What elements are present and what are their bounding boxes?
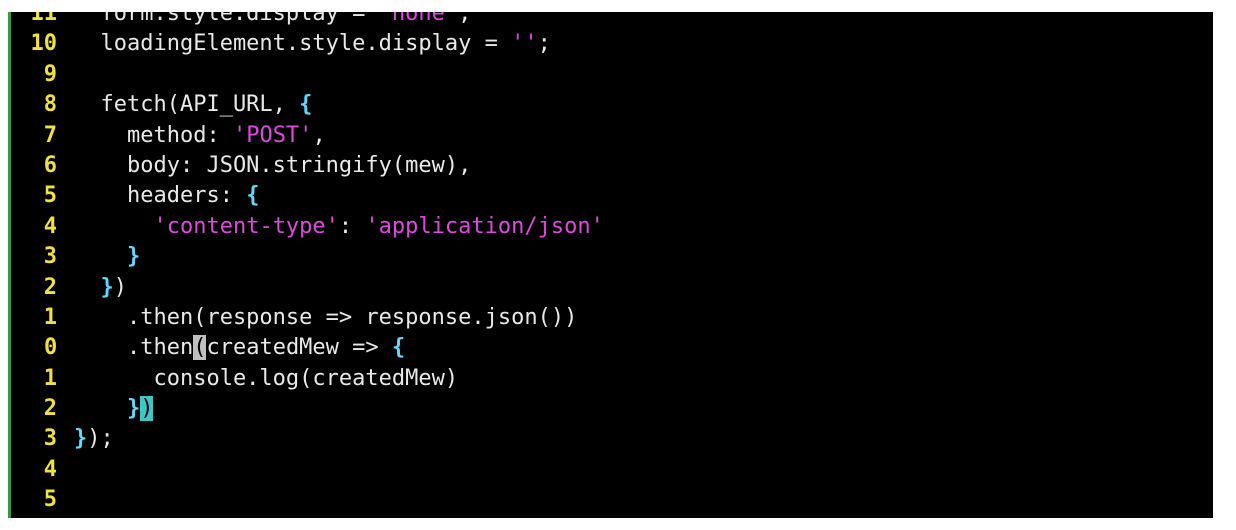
line-content[interactable]: .then(createdMew => { <box>74 333 405 363</box>
line-number: 3 <box>43 244 57 270</box>
code-line[interactable]: 5 headers: { <box>8 181 1213 211</box>
line-number: 4 <box>43 456 57 482</box>
line-number: 8 <box>43 92 57 118</box>
cursor: ( <box>193 335 207 361</box>
code-line[interactable]: 8 fetch(API_URL, { <box>8 90 1213 120</box>
line-number: 11 <box>30 12 58 26</box>
line-content[interactable]: loadingElement.style.display = ''; <box>74 29 551 59</box>
terminal-editor-window[interactable]: 11 form.style.display = 'none'; 10 loadin… <box>8 12 1213 518</box>
line-number: 10 <box>30 31 58 57</box>
code-text: ); <box>87 426 114 452</box>
code-line[interactable]: 10 loadingElement.style.display = ''; <box>8 29 1213 59</box>
code-text: method: <box>74 122 233 148</box>
code-line[interactable]: 6 body: JSON.stringify(mew), <box>8 151 1213 181</box>
code-line[interactable]: 2 }) <box>8 273 1213 303</box>
code-text: form.style.display = <box>74 12 379 26</box>
line-number: 7 <box>43 122 57 148</box>
line-content[interactable]: } <box>74 242 140 272</box>
line-content[interactable]: fetch(API_URL, { <box>74 90 312 120</box>
line-content[interactable]: form.style.display = 'none'; <box>74 12 471 29</box>
line-content[interactable]: console.log(createdMew) <box>74 364 458 394</box>
code-line[interactable]: 4 'content-type': 'application/json' <box>8 212 1213 242</box>
line-content[interactable]: headers: { <box>74 181 259 211</box>
code-text: console.log(createdMew) <box>74 365 459 391</box>
brace-token: } <box>100 274 114 300</box>
code-buffer[interactable]: 11 form.style.display = 'none'; 10 loadin… <box>8 12 1213 516</box>
brace-token: } <box>74 426 88 452</box>
code-text: loadingElement.style.display = <box>74 31 512 57</box>
line-number: 2 <box>43 396 57 422</box>
code-line[interactable]: 11 form.style.display = 'none'; <box>8 12 1213 29</box>
code-text: .then(response => response.json()) <box>74 304 578 330</box>
code-text: : <box>338 213 366 239</box>
code-text: body: JSON.stringify(mew), <box>74 152 472 178</box>
brace-token: { <box>299 92 313 118</box>
code-line[interactable]: 5 <box>8 485 1213 515</box>
matching-bracket-highlight: ) <box>140 396 154 422</box>
code-line[interactable]: 7 method: 'POST', <box>8 121 1213 151</box>
string-literal: '' <box>511 31 538 57</box>
line-number: 0 <box>44 335 58 361</box>
line-number: 1 <box>43 365 57 391</box>
code-line[interactable]: 1 console.log(createdMew) <box>8 364 1213 394</box>
code-text: ; <box>537 31 551 57</box>
line-content[interactable]: body: JSON.stringify(mew), <box>74 151 471 181</box>
line-number: 6 <box>43 152 57 178</box>
code-text: headers: <box>74 183 247 209</box>
line-content[interactable]: }); <box>74 424 114 454</box>
line-number: 4 <box>43 213 57 239</box>
line-number: 1 <box>43 304 57 330</box>
code-line[interactable]: 9 <box>8 60 1213 90</box>
brace-token: } <box>126 396 141 422</box>
line-number: 5 <box>43 183 57 209</box>
line-content[interactable]: 'content-type': 'application/json' <box>74 212 604 242</box>
code-text: .then <box>74 335 194 361</box>
line-number: 9 <box>43 61 57 87</box>
code-line-current[interactable]: 0 .then(createdMew => { <box>8 333 1213 363</box>
string-literal: 'content-type' <box>153 213 339 239</box>
code-line[interactable]: 3}); <box>8 424 1213 454</box>
line-content[interactable]: }) <box>74 273 128 303</box>
line-content[interactable]: .then(response => response.json()) <box>74 303 577 333</box>
string-literal: 'application/json' <box>365 213 604 239</box>
brace-token: { <box>391 335 406 361</box>
line-number: 3 <box>43 426 57 452</box>
line-number: 5 <box>43 487 57 513</box>
code-line[interactable]: 2 }) <box>8 394 1213 424</box>
string-literal: 'POST' <box>232 122 313 148</box>
line-content[interactable]: method: 'POST', <box>74 121 326 151</box>
line-content[interactable]: }) <box>74 394 154 424</box>
code-text: ) <box>113 274 127 300</box>
line-number: 2 <box>43 274 57 300</box>
code-text: fetch(API_URL, <box>74 92 300 118</box>
string-literal: 'none' <box>378 12 459 26</box>
code-text: , <box>312 122 326 148</box>
code-line[interactable]: 4 <box>8 455 1213 485</box>
code-text: createdMew => <box>206 335 392 361</box>
code-text: ; <box>458 12 472 26</box>
brace-token: } <box>126 244 141 270</box>
code-line[interactable]: 3 } <box>8 242 1213 272</box>
brace-token: { <box>246 183 260 209</box>
code-line[interactable]: 1 .then(response => response.json()) <box>8 303 1213 333</box>
